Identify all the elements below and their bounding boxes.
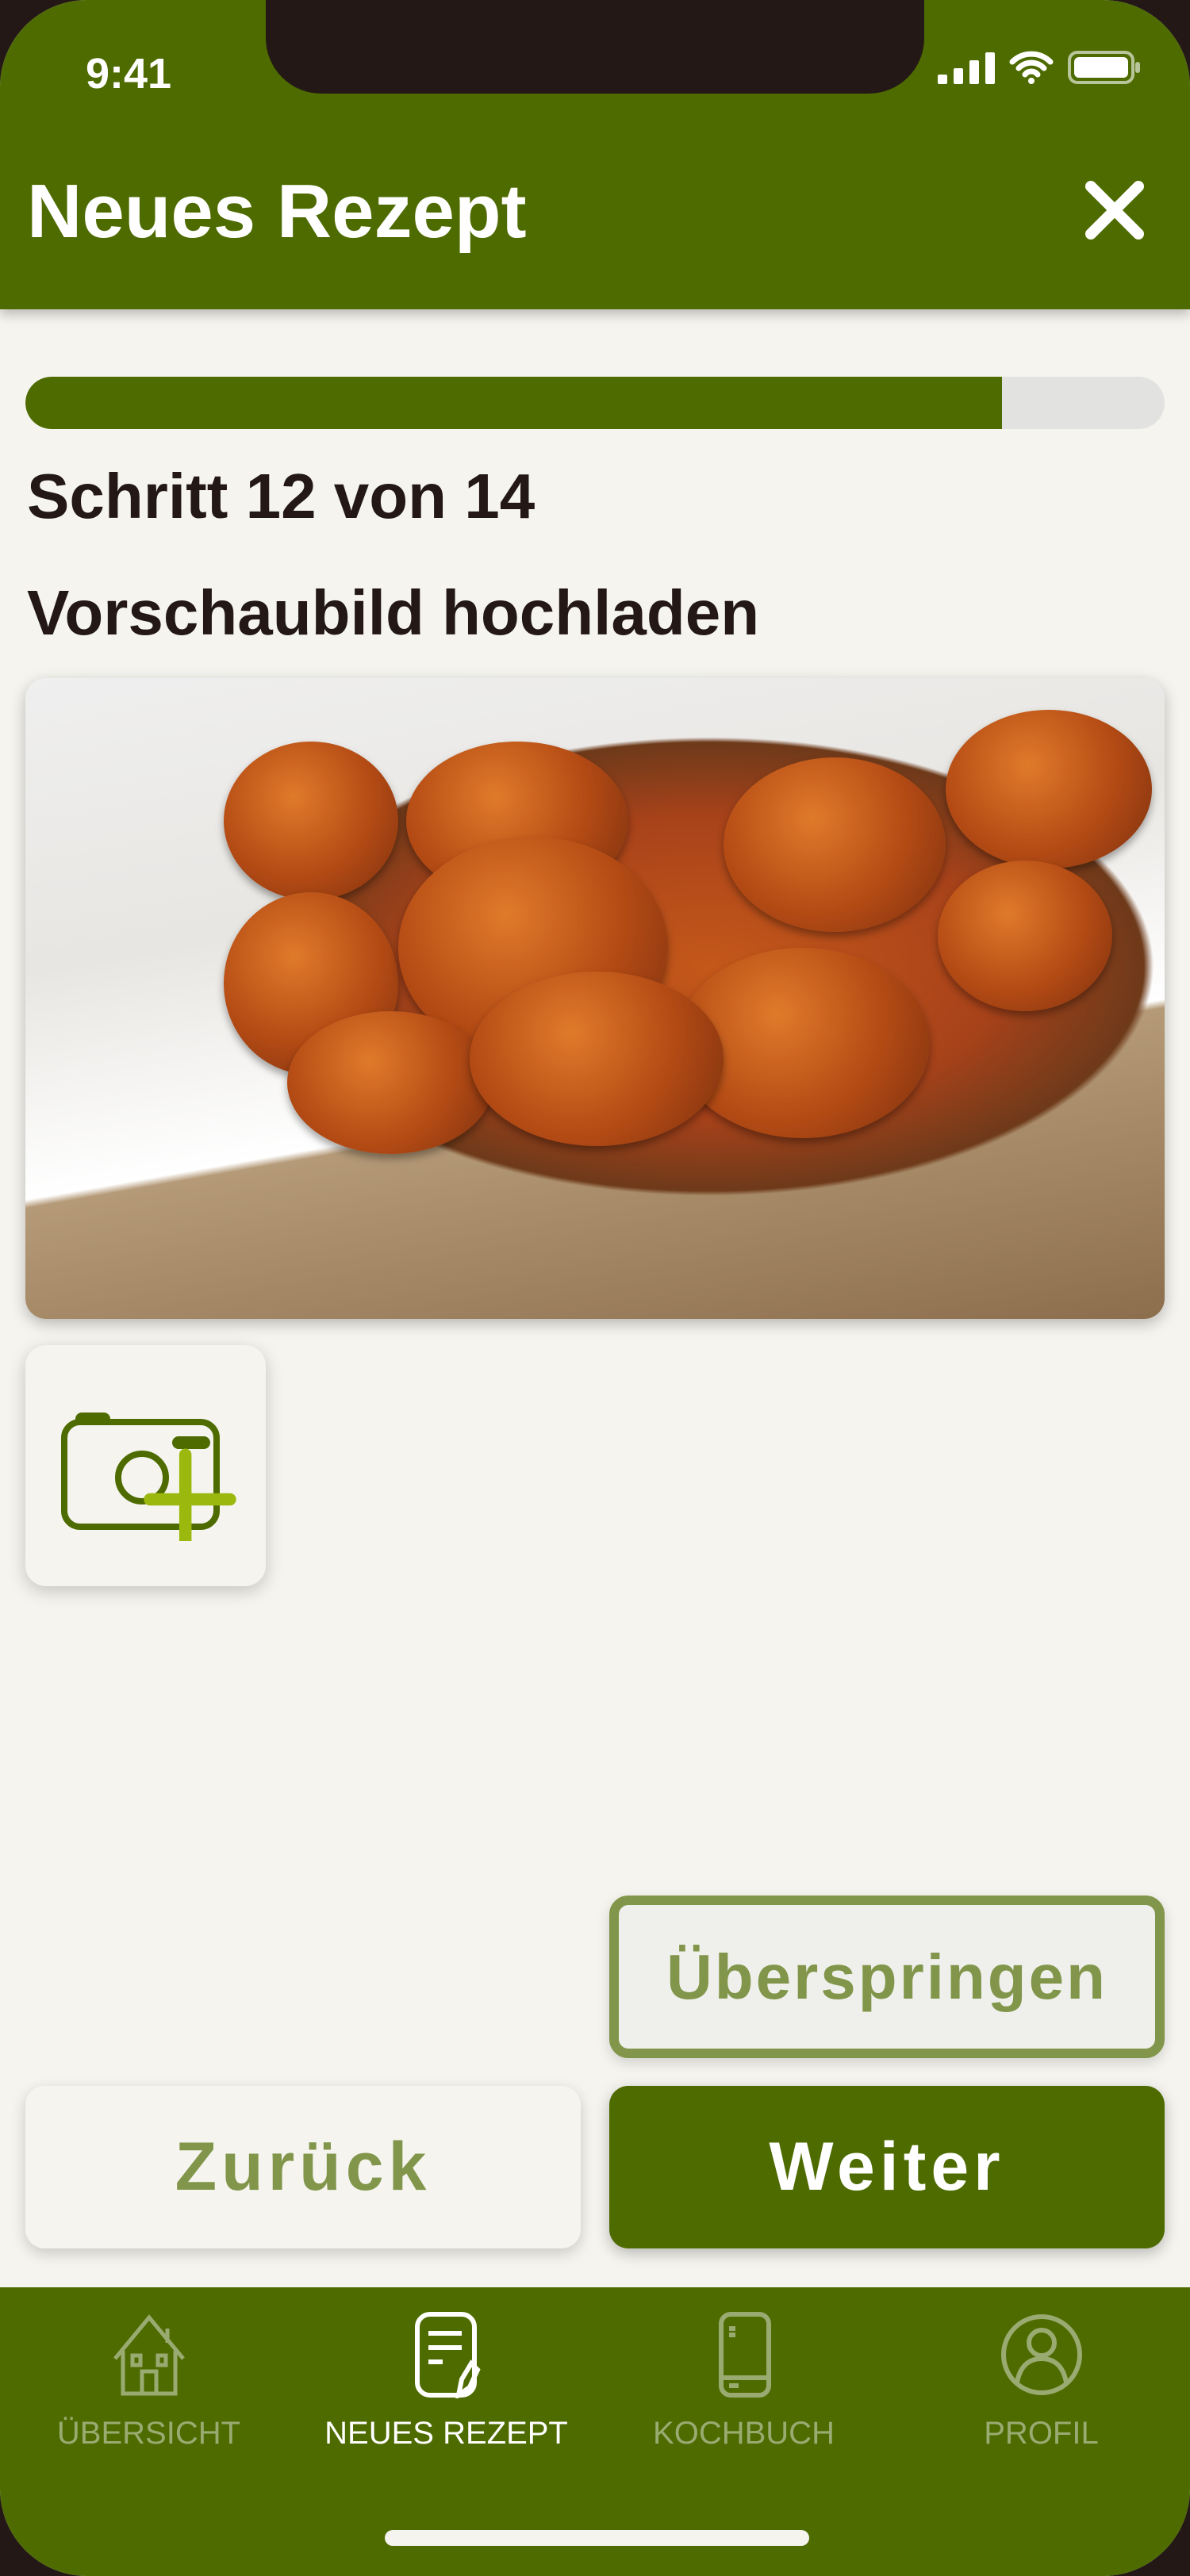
recipe-edit-icon (414, 2312, 481, 2398)
add-photo-button[interactable] (25, 1345, 266, 1586)
battery-icon (1068, 51, 1140, 84)
progress-bar (25, 377, 1165, 429)
app-screen: 9:41 Neues Rezept Schritt 12 von 14 Vors… (0, 0, 1190, 2576)
close-button[interactable] (1079, 174, 1150, 246)
header: 9:41 Neues Rezept (0, 0, 1190, 309)
wifi-icon (1009, 51, 1054, 84)
page-title: Neues Rezept (27, 169, 527, 254)
nav-item-profile[interactable]: PROFIL (892, 2287, 1190, 2576)
skip-button[interactable]: Überspringen (609, 1896, 1165, 2058)
nav-label: KOCHBUCH (653, 2416, 835, 2451)
status-icons (938, 51, 1141, 84)
step-counter: Schritt 12 von 14 (27, 461, 536, 531)
next-button[interactable]: Weiter (609, 2086, 1165, 2248)
nav-item-overview[interactable]: ÜBERSICHT (0, 2287, 298, 2576)
status-time: 9:41 (86, 50, 172, 98)
device-notch (266, 0, 924, 94)
step-title: Vorschaubild hochladen (27, 577, 760, 648)
preview-image[interactable] (25, 678, 1165, 1319)
signal-icon (938, 52, 995, 84)
nav-label: ÜBERSICHT (56, 2416, 241, 2451)
nav-label: NEUES REZEPT (324, 2416, 568, 2451)
user-icon (1000, 2314, 1082, 2395)
house-icon (113, 2314, 185, 2396)
home-indicator[interactable] (385, 2530, 809, 2546)
back-button[interactable]: Zurück (25, 2086, 581, 2248)
book-icon (718, 2312, 771, 2398)
progress-fill (25, 377, 1002, 429)
camera-add-icon (60, 1413, 236, 1541)
nav-label: PROFIL (984, 2416, 1099, 2451)
